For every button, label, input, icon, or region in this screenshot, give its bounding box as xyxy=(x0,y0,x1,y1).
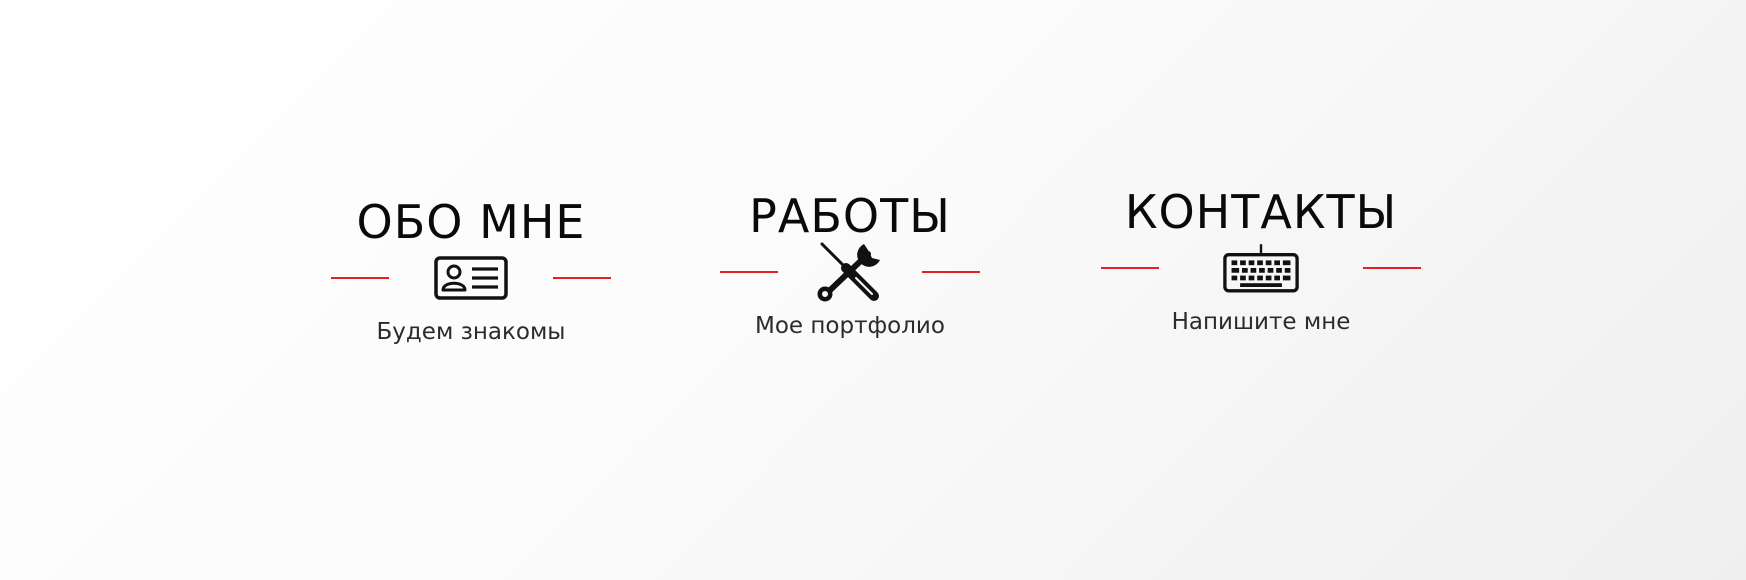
card-title-works[interactable]: РАБОТЫ xyxy=(720,190,980,242)
nav-card-contacts[interactable]: КОНТАКТЫ Напишите мне xyxy=(1101,186,1421,336)
card-subtitle-contacts[interactable]: Напишите мне xyxy=(1101,308,1421,336)
tools-icon-svg xyxy=(817,242,880,302)
id-card-icon-svg xyxy=(434,256,508,300)
divider-line-left xyxy=(720,271,778,273)
divider-line-right xyxy=(1363,267,1421,269)
divider-row-contacts xyxy=(1101,238,1421,298)
card-title-contacts[interactable]: КОНТАКТЫ xyxy=(1101,186,1421,238)
card-subtitle-about[interactable]: Будем знакомы xyxy=(331,318,611,346)
keyboard-icon-svg xyxy=(1223,244,1299,293)
divider-row-about xyxy=(331,248,611,308)
card-subtitle-works[interactable]: Мое портфолио xyxy=(720,312,980,340)
nav-card-about[interactable]: ОБО МНЕ Будем знакомы xyxy=(331,196,611,346)
tools-icon[interactable] xyxy=(812,242,888,302)
divider-line-left xyxy=(1101,267,1159,269)
card-title-about[interactable]: ОБО МНЕ xyxy=(331,196,611,248)
divider-line-left xyxy=(331,277,389,279)
divider-line-right xyxy=(922,271,980,273)
divider-row-works xyxy=(720,242,980,302)
id-card-icon[interactable] xyxy=(433,248,509,308)
divider-line-right xyxy=(553,277,611,279)
nav-card-works[interactable]: РАБОТЫ Мое портфолио xyxy=(720,190,980,340)
keyboard-icon[interactable] xyxy=(1223,238,1299,298)
